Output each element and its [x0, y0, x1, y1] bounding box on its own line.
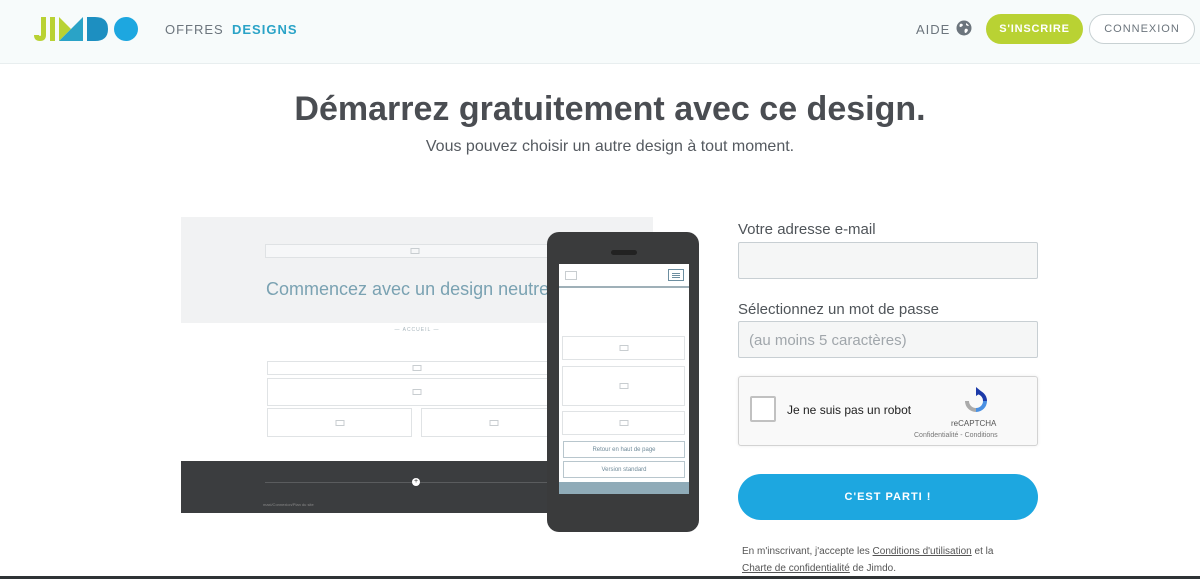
recaptcha-widget: Je ne suis pas un robot reCAPTCHA Confid… — [738, 376, 1038, 446]
recaptcha-links[interactable]: Confidentialité - Conditions — [914, 432, 998, 439]
password-placeholder: (au moins 5 caractères) — [749, 332, 907, 349]
mobile-back-to-top: Retour en haut de page — [563, 441, 685, 458]
preview-logo-placeholder — [265, 244, 565, 258]
image-icon — [619, 383, 628, 389]
recaptcha-label: Je ne suis pas un robot — [787, 403, 912, 417]
nav-designs[interactable]: DESIGNS — [232, 22, 298, 37]
password-label: Sélectionnez un mot de passe — [738, 301, 939, 318]
terms-prefix: En m'inscrivant, j'accepte les — [742, 546, 873, 557]
mobile-standard-version: Version standard — [563, 461, 685, 478]
password-field[interactable]: (au moins 5 caractères) — [738, 321, 1038, 358]
mobile-footer-bar — [559, 482, 689, 494]
terms-text: En m'inscrivant, j'accepte les Condition… — [742, 543, 1042, 577]
text-icon — [412, 365, 422, 371]
image-icon — [565, 271, 577, 280]
mobile-design-preview: Retour en haut de page Version standard — [547, 232, 699, 532]
recaptcha-icon — [965, 387, 987, 412]
mobile-header — [559, 264, 689, 288]
mobile-text-block — [562, 411, 685, 435]
text-icon — [489, 419, 498, 426]
jimdo-logo[interactable] — [32, 15, 142, 43]
text-icon — [619, 420, 628, 426]
mobile-text-block — [562, 336, 685, 360]
terms-mid: et la — [971, 546, 994, 557]
signup-button[interactable]: S'INSCRIRE — [986, 14, 1083, 44]
hamburger-menu-icon — [668, 269, 684, 281]
preview-footer-text: maxi/Connexion/Plan du site — [263, 502, 314, 507]
terms-suffix: de Jimdo. — [849, 563, 896, 574]
phone-screen: Retour en haut de page Version standard — [559, 264, 689, 494]
page-subtitle: Vous pouvez choisir un autre design à to… — [425, 138, 795, 155]
text-icon — [619, 345, 628, 351]
recaptcha-brand: reCAPTCHA — [951, 419, 997, 428]
preview-column-right — [421, 408, 566, 437]
text-icon — [335, 419, 344, 426]
preview-image-block — [267, 378, 567, 406]
mobile-image-block — [562, 366, 685, 406]
globe-icon[interactable] — [956, 20, 972, 36]
email-field[interactable] — [738, 242, 1038, 279]
phone-speaker — [611, 250, 637, 255]
top-header: OFFRES DESIGNS AIDE S'INSCRIRE CONNEXION — [0, 0, 1200, 64]
privacy-policy-link[interactable]: Charte de confidentialité — [742, 563, 850, 574]
login-button[interactable]: CONNEXION — [1089, 14, 1195, 44]
image-icon — [410, 248, 420, 254]
preview-headline: Commencez avec un design neutre — [266, 279, 550, 299]
preview-text-block — [267, 361, 567, 375]
submit-button[interactable]: C'EST PARTI ! — [738, 474, 1038, 520]
plus-icon: + — [412, 478, 420, 486]
email-label: Votre adresse e-mail — [738, 221, 876, 238]
nav-offres[interactable]: OFFRES — [165, 22, 224, 37]
preview-column-left — [267, 408, 412, 437]
terms-of-use-link[interactable]: Conditions d'utilisation — [873, 546, 972, 557]
page-title: Démarrez gratuitement avec ce design. — [294, 90, 926, 128]
image-icon — [412, 389, 422, 395]
recaptcha-checkbox[interactable] — [750, 396, 776, 422]
nav-aide[interactable]: AIDE — [916, 22, 950, 37]
